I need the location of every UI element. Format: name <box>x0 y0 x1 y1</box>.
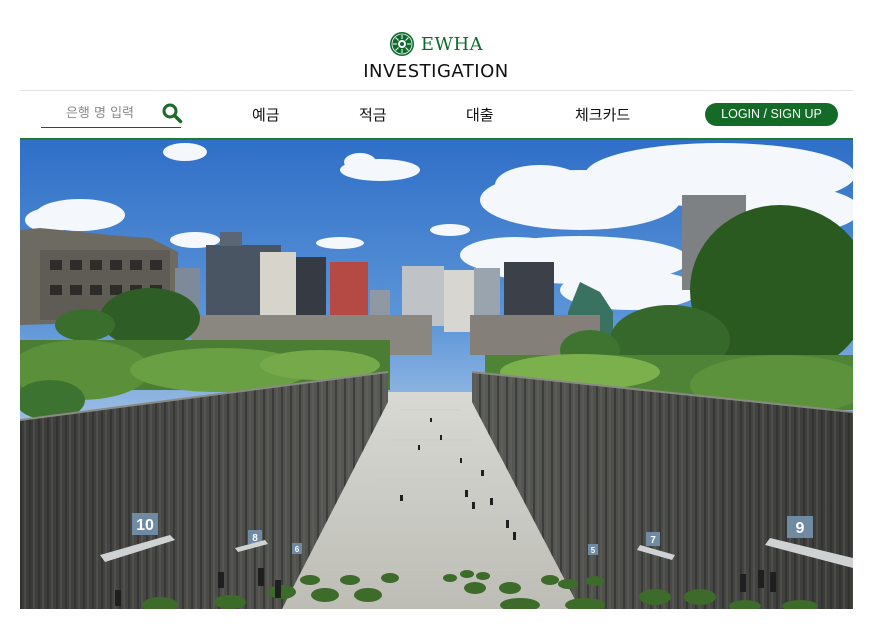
bank-search-input[interactable] <box>41 102 159 124</box>
logo-subtitle: INVESTIGATION <box>363 61 509 82</box>
logo[interactable]: EWHA INVESTIGATION <box>0 28 872 82</box>
logo-brand: EWHA <box>420 33 484 55</box>
nav-item-deposit[interactable]: 예금 <box>252 104 280 125</box>
nav-item-savings[interactable]: 적금 <box>359 104 387 125</box>
gate-number: 10 <box>136 517 154 534</box>
bank-search <box>41 102 183 128</box>
search-icon[interactable] <box>161 102 183 124</box>
main-nav: 예금 적금 대출 체크카드 LOGIN / SIGN UP <box>20 92 853 138</box>
header-divider <box>20 90 853 91</box>
login-signup-button[interactable]: LOGIN / SIGN UP <box>705 103 838 126</box>
gate-number: 5 <box>591 546 596 555</box>
gate-number: 9 <box>796 520 805 537</box>
nav-item-check-card[interactable]: 체크카드 <box>575 104 630 125</box>
hero-campus-photo: 10 8 6 5 7 9 <box>20 140 853 609</box>
gate-number: 7 <box>650 535 656 546</box>
ewha-emblem-icon <box>389 32 414 56</box>
gate-number: 6 <box>295 545 300 554</box>
nav-item-loan[interactable]: 대출 <box>466 104 494 125</box>
